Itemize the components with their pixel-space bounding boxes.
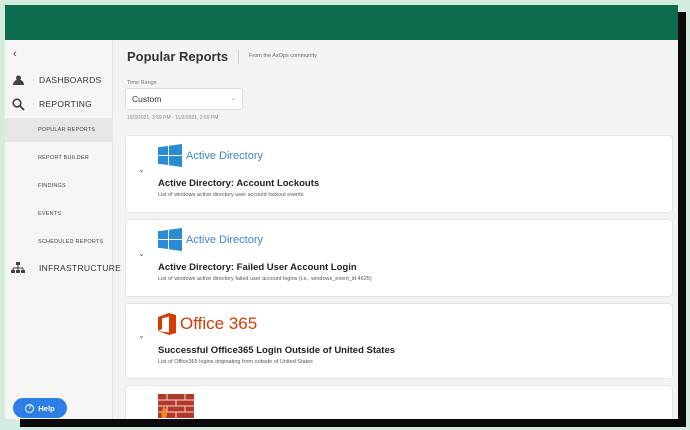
sidebar-subitem-findings[interactable]: FINDINGS (5, 174, 113, 198)
title-divider (238, 50, 239, 64)
sidebar: ‹ DASHBOARDS REPORTING POPULAR REPORTS R… (5, 40, 121, 419)
hierarchy-icon (11, 261, 25, 275)
report-card-firewall[interactable]: ⌄ (125, 385, 673, 419)
time-range-value: Custom (132, 94, 162, 104)
sidebar-item-label: REPORTING (39, 99, 93, 109)
report-card-title: Active Directory: Failed User Account Lo… (158, 262, 357, 273)
window-shadow (20, 419, 686, 427)
chevron-down-icon: ⌄ (230, 96, 236, 102)
logo-text: Active Directory (186, 150, 264, 162)
windows-logo: Active Directory (158, 144, 263, 168)
sidebar-subitem-events[interactable]: EVENTS (5, 202, 113, 226)
report-card-title: Successful Office365 Login Outside of Un… (158, 345, 396, 356)
report-card-description: List of windows active directory failed … (158, 276, 372, 282)
windows-logo: Active Directory (158, 228, 263, 252)
time-range-label: Time Range (127, 80, 157, 86)
sidebar-subitem-report-builder[interactable]: REPORT BUILDER (5, 146, 113, 170)
report-card-description: List of Office365 logins originating fro… (158, 359, 313, 365)
sidebar-subitem-label: REPORT BUILDER (38, 155, 89, 161)
chevron-down-icon[interactable]: ⌄ (138, 249, 145, 258)
main-content: Popular Reports From the AxOps community… (113, 40, 678, 419)
window-shadow (678, 12, 686, 426)
search-icon (11, 97, 25, 111)
sidebar-subitem-label: SCHEDULED REPORTS (38, 239, 104, 245)
chevron-down-icon[interactable]: ⌄ (138, 331, 145, 340)
sidebar-item-label: INFRASTRUCTURE (39, 263, 122, 273)
sidebar-item-label: DASHBOARDS (39, 75, 102, 85)
sidebar-item-dashboards[interactable]: DASHBOARDS (5, 70, 113, 90)
sidebar-item-infrastructure[interactable]: INFRASTRUCTURE (5, 258, 121, 278)
report-card-office365-login[interactable]: ⌄ Office 365 Successful Office365 Login … (125, 303, 673, 379)
help-icon: ? (25, 403, 35, 413)
chevron-down-icon[interactable]: ⌄ (138, 165, 145, 174)
report-card-failed-login[interactable]: ⌄ Active Directory Active Directory: Fai… (125, 219, 673, 297)
help-button[interactable]: ? Help (13, 398, 67, 418)
app-window: ‹ DASHBOARDS REPORTING POPULAR REPORTS R… (5, 5, 678, 419)
page-title: Popular Reports (127, 49, 229, 64)
logo-text: Office 365 (180, 314, 258, 333)
time-range-text: 10/3/2021, 3:59 PM - 11/2/2021, 3:59 PM (127, 115, 219, 121)
time-range-select[interactable]: Custom ⌄ (125, 88, 243, 110)
top-bar (5, 5, 678, 40)
sidebar-subitem-label: POPULAR REPORTS (38, 127, 96, 133)
report-card-title: Active Directory: Account Lockouts (158, 178, 320, 189)
dashboard-icon (11, 73, 25, 87)
report-card-description: List of windows active directory user ac… (158, 192, 304, 198)
sidebar-subitem-popular-reports[interactable]: POPULAR REPORTS (5, 118, 113, 142)
help-label: Help (38, 403, 55, 413)
sidebar-subitem-label: FINDINGS (38, 183, 66, 189)
page-subtitle: From the AxOps community (249, 53, 317, 59)
sidebar-subitem-scheduled-reports[interactable]: SCHEDULED REPORTS (5, 230, 113, 254)
sidebar-item-reporting[interactable]: REPORTING (5, 94, 113, 114)
firewall-logo (158, 394, 194, 418)
sidebar-subitem-label: EVENTS (38, 211, 62, 217)
chevron-left-icon[interactable]: ‹ (13, 48, 17, 60)
report-card-account-lockouts[interactable]: ⌄ Active Directory Active Directory: Acc… (125, 135, 673, 213)
logo-text: Active Directory (186, 234, 264, 246)
office365-logo: Office 365 (158, 313, 257, 335)
